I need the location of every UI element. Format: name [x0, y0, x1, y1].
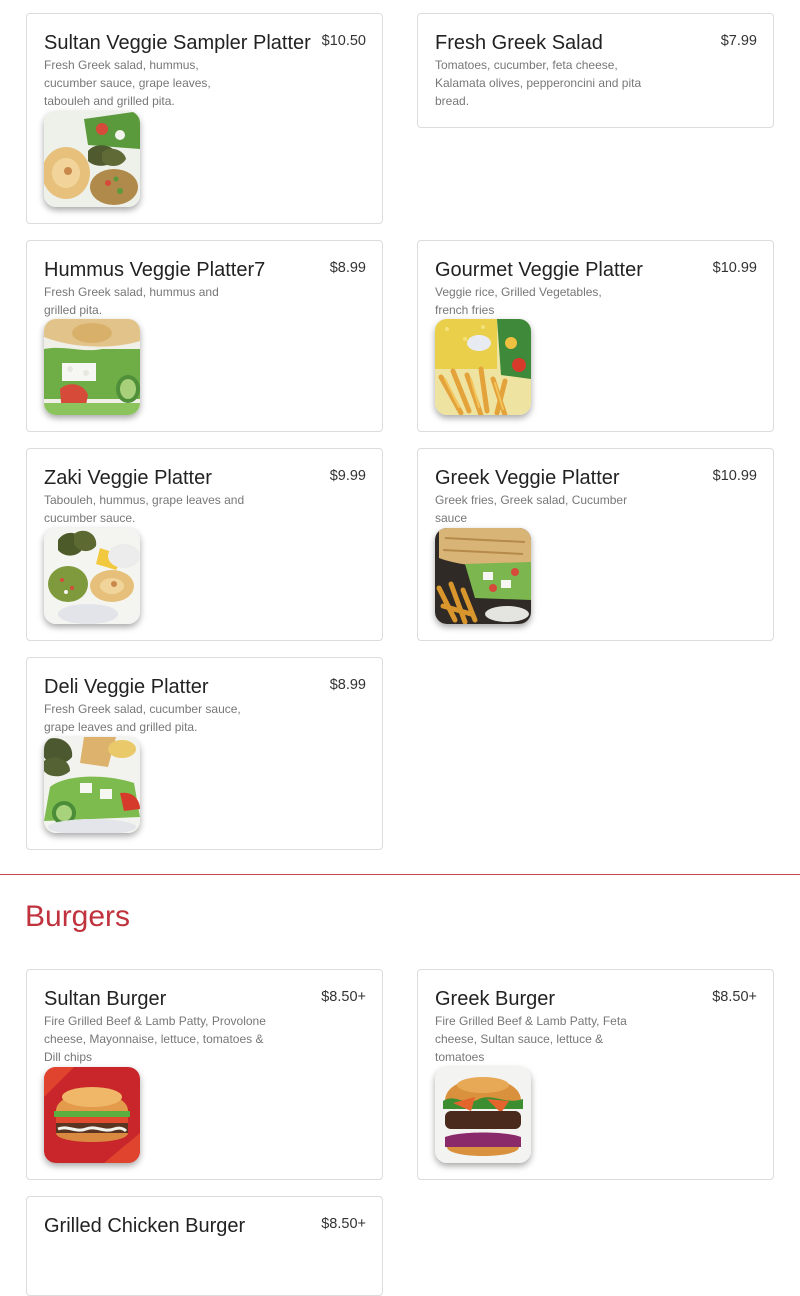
- menu-item-card[interactable]: Gourmet Veggie Platter $10.99 Veggie ric…: [417, 240, 774, 432]
- menu-item-card[interactable]: Hummus Veggie Platter7 $8.99 Fresh Greek…: [26, 240, 383, 432]
- hummus-platter-photo: [44, 319, 140, 415]
- menu-item-card[interactable]: Deli Veggie Platter $8.99 Fresh Greek sa…: [26, 657, 383, 850]
- zaki-platter-photo: [44, 528, 140, 624]
- item-description: Fresh Greek salad, hummus, cucumber sauc…: [44, 58, 211, 108]
- veggie-sampler-photo: [44, 111, 140, 207]
- item-price: $10.99: [712, 468, 757, 484]
- menu-item-card[interactable]: Fresh Greek Salad $7.99 Tomatoes, cucumb…: [417, 13, 774, 128]
- item-description: Tabouleh, hummus, grape leaves and cucum…: [44, 493, 245, 525]
- item-price: $8.99: [329, 260, 366, 276]
- item-description: Fire Grilled Beef & Lamb Patty, Feta che…: [435, 1014, 627, 1064]
- item-description: Fresh Greek salad, hummus and grilled pi…: [44, 285, 219, 317]
- item-name: Gourmet Veggie Platter: [435, 259, 643, 281]
- item-price: $8.50+: [321, 989, 366, 1005]
- item-name: Deli Veggie Platter: [44, 676, 209, 698]
- gourmet-platter-photo: [435, 319, 531, 415]
- item-name: Zaki Veggie Platter: [44, 467, 212, 489]
- item-description: Tomatoes, cucumber, feta cheese, Kalamat…: [435, 58, 642, 108]
- item-name: Greek Burger: [435, 988, 556, 1010]
- menu-item-card[interactable]: Sultan Burger $8.50+ Fire Grilled Beef &…: [26, 969, 383, 1180]
- section-title-burgers: Burgers: [25, 900, 131, 933]
- menu-item-card[interactable]: Sultan Veggie Sampler Platter $10.50 Fre…: [26, 13, 383, 224]
- item-description: Greek fries, Greek salad, Cucumber sauce: [435, 493, 628, 525]
- deli-platter-photo: [44, 737, 140, 833]
- item-price: $8.50+: [321, 1216, 366, 1232]
- menu-item-card[interactable]: Greek Burger $8.50+ Fire Grilled Beef & …: [417, 969, 774, 1180]
- greek-platter-photo: [435, 528, 531, 624]
- item-price: $9.99: [329, 468, 366, 484]
- item-price: $8.99: [329, 677, 366, 693]
- item-name: Sultan Burger: [44, 988, 167, 1010]
- item-description: Veggie rice, Grilled Vegetables, french …: [435, 285, 602, 317]
- item-price: $10.50: [321, 33, 366, 49]
- sultan-burger-photo: [44, 1067, 140, 1163]
- item-name: Fresh Greek Salad: [435, 32, 603, 54]
- item-price: $8.50+: [712, 989, 757, 1005]
- menu-item-card[interactable]: Grilled Chicken Burger $8.50+: [26, 1196, 383, 1296]
- item-name: Hummus Veggie Platter7: [44, 259, 266, 281]
- item-price: $7.99: [720, 33, 757, 49]
- menu-item-card[interactable]: Greek Veggie Platter $10.99 Greek fries,…: [417, 448, 774, 641]
- item-price: $10.99: [712, 260, 757, 276]
- greek-burger-photo: [435, 1067, 531, 1163]
- item-description: Fresh Greek salad, cucumber sauce, grape…: [44, 702, 241, 734]
- menu-item-card[interactable]: Zaki Veggie Platter $9.99 Tabouleh, humm…: [26, 448, 383, 641]
- item-name: Sultan Veggie Sampler Platter: [44, 32, 311, 54]
- section-divider: [0, 874, 800, 875]
- item-description: Fire Grilled Beef & Lamb Patty, Provolon…: [44, 1014, 266, 1064]
- item-name: Grilled Chicken Burger: [44, 1215, 246, 1237]
- item-name: Greek Veggie Platter: [435, 467, 620, 489]
